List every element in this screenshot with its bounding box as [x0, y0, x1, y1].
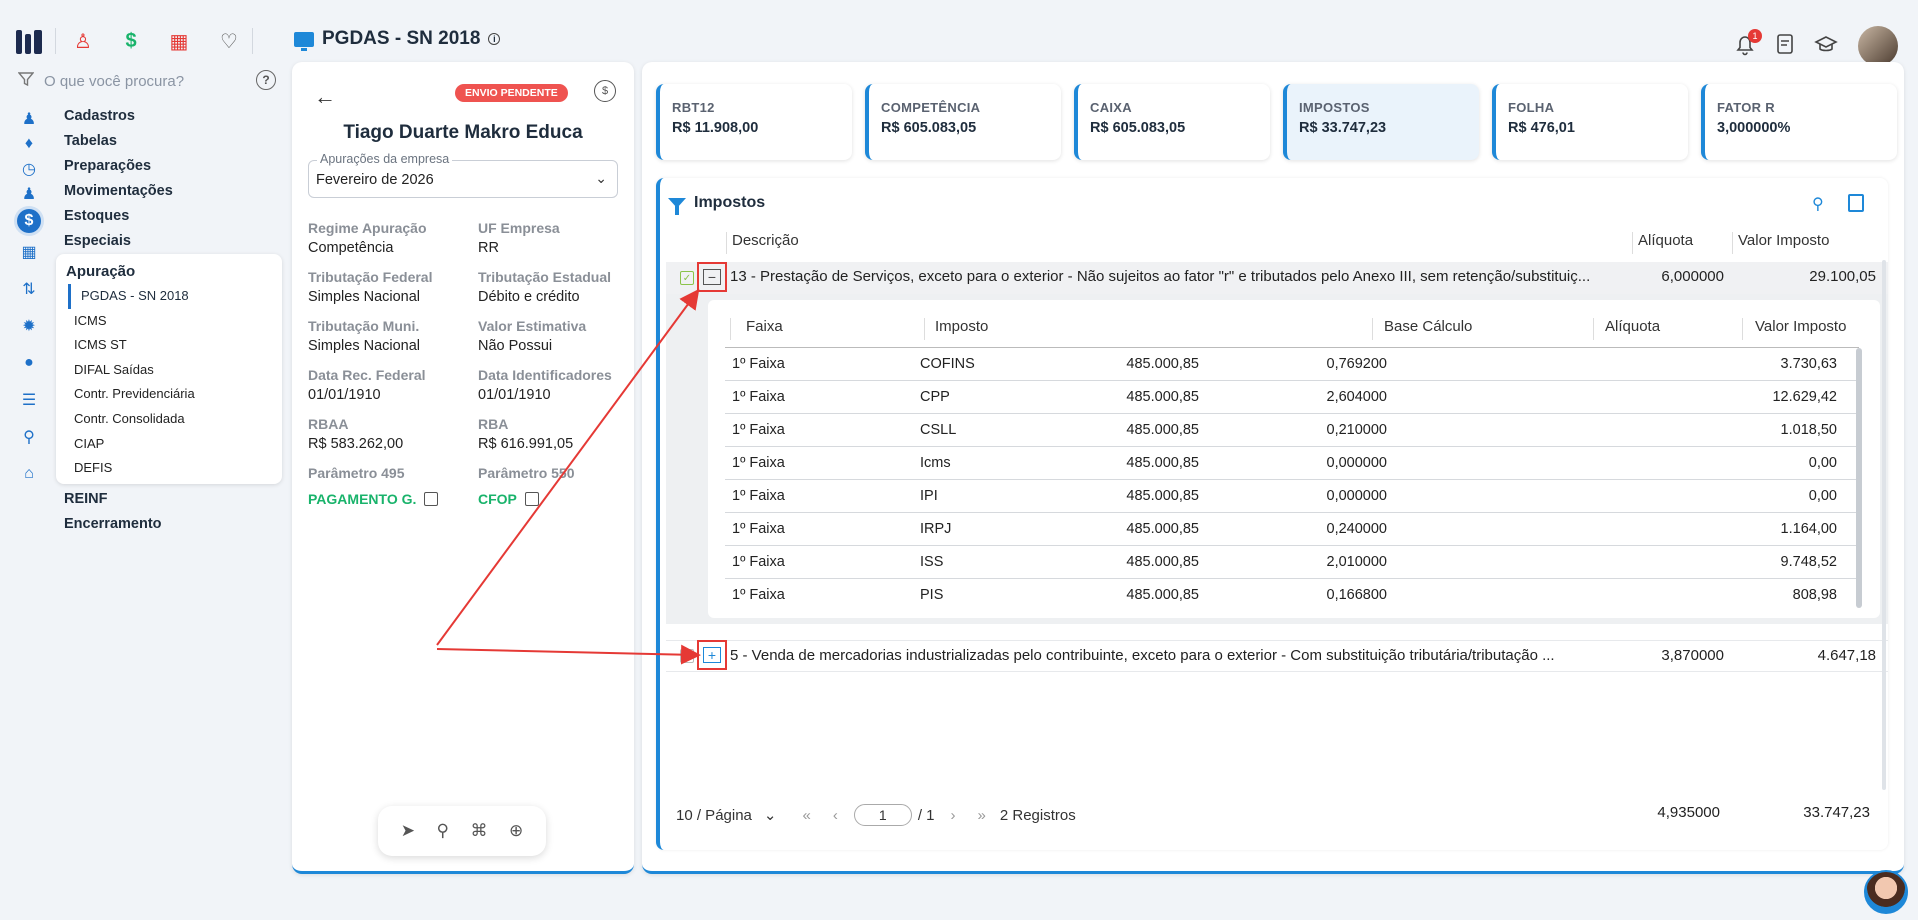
assistant-avatar[interactable] [1864, 870, 1908, 914]
annotation-arrows [436, 288, 701, 665]
